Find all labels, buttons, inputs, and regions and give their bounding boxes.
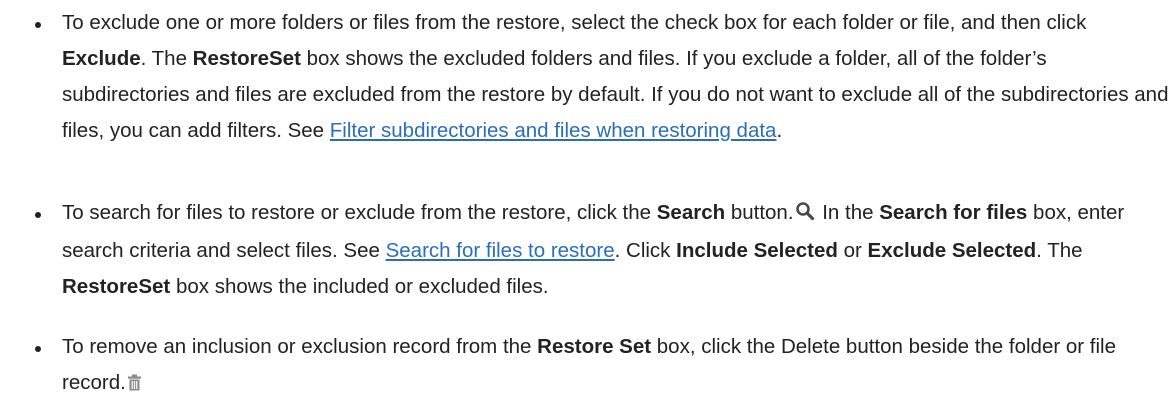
bold-restoreset: RestoreSet [192,47,301,70]
bold-search-for-files: Search for files [879,201,1028,224]
bullet-dot [35,212,41,218]
list-item-text: To exclude one or more folders or files … [62,11,1169,142]
link-filter-subdirectories[interactable]: Filter subdirectories and files when res… [330,119,777,142]
bold-search: Search [656,201,726,224]
list-item-text: To search for files to restore or exclud… [62,195,1170,305]
bold-exclude-selected: Exclude Selected [867,239,1037,262]
bullet-dot [35,346,41,352]
bold-restore-set: Restore Set [537,335,652,358]
document-page: To exclude one or more folders or files … [0,0,1173,417]
bold-restoreset: RestoreSet [62,275,171,298]
link-search-for-files[interactable]: Search for files to restore [386,239,615,262]
search-icon [795,197,815,233]
bold-include-selected: Include Selected [676,239,838,262]
list-item-text: To remove an inclusion or exclusion reco… [62,329,1170,403]
trash-icon [127,367,142,403]
bold-exclude: Exclude [62,47,141,70]
bullet-dot [35,22,41,28]
